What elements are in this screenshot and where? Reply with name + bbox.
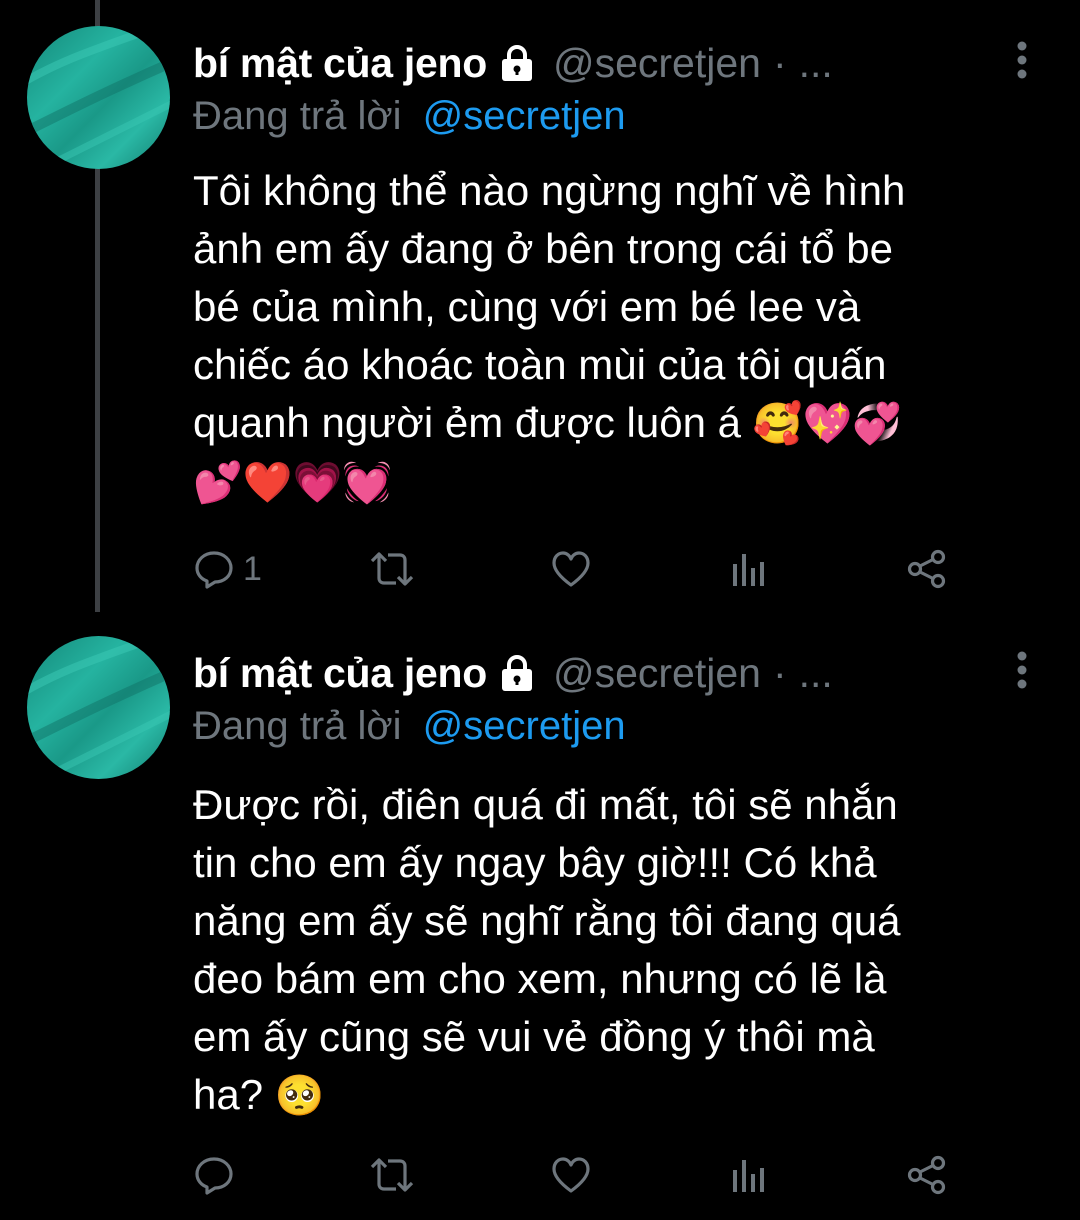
- reply-icon: [195, 551, 233, 589]
- lock-icon: [497, 43, 537, 83]
- share-button[interactable]: [905, 544, 949, 594]
- like-button[interactable]: [550, 1150, 592, 1200]
- share-button[interactable]: [905, 1150, 949, 1200]
- more-vertical-icon[interactable]: [1002, 650, 1042, 690]
- author-handle[interactable]: @secretjen: [553, 650, 761, 697]
- retweet-button[interactable]: [368, 544, 416, 594]
- tweet-header: bí mật của jeno @secretjen · ...: [193, 38, 833, 88]
- replying-to-mention[interactable]: @secretjen: [423, 704, 626, 748]
- retweet-button[interactable]: [368, 1150, 416, 1200]
- timestamp[interactable]: ...: [799, 650, 833, 697]
- avatar[interactable]: [27, 636, 170, 779]
- author-handle[interactable]: @secretjen: [553, 40, 761, 87]
- separator-dot: ·: [772, 39, 787, 86]
- lock-icon: [497, 653, 537, 693]
- analytics-icon: [733, 554, 764, 586]
- like-button[interactable]: [550, 544, 592, 594]
- replying-to: Đang trả lời @secretjen: [193, 94, 626, 139]
- retweet-icon: [370, 552, 414, 586]
- author-name[interactable]: bí mật của jeno: [193, 40, 487, 87]
- share-icon: [907, 549, 946, 589]
- tweet[interactable]: bí mật của jeno @secretjen · ... Đang tr…: [0, 610, 1080, 1220]
- timestamp[interactable]: ...: [799, 40, 833, 87]
- share-icon: [907, 1155, 946, 1195]
- analytics-icon: [733, 1160, 764, 1192]
- heart-icon: [552, 1157, 590, 1193]
- avatar[interactable]: [27, 26, 170, 169]
- tweet-header: bí mật của jeno @secretjen · ...: [193, 648, 833, 698]
- author-name[interactable]: bí mật của jeno: [193, 650, 487, 697]
- replying-to-prefix: Đang trả lời: [193, 704, 402, 748]
- replying-to: Đang trả lời @secretjen: [193, 704, 626, 749]
- more-vertical-icon[interactable]: [1002, 40, 1042, 80]
- tweet-actions: [193, 1150, 963, 1200]
- reply-button[interactable]: 1: [193, 544, 262, 594]
- tweet-text-content: Được rồi, điên quá đi mất, tôi sẽ nhắn t…: [193, 781, 901, 1118]
- replying-to-mention[interactable]: @secretjen: [423, 94, 626, 138]
- analytics-button[interactable]: [729, 1150, 769, 1200]
- tweet-actions: 1: [193, 544, 963, 594]
- tweet-text: Tôi không thể nào ngừng nghĩ về hình ảnh…: [193, 162, 1013, 512]
- heart-icon: [552, 551, 590, 587]
- reply-icon: [195, 1157, 233, 1195]
- replying-to-prefix: Đang trả lời: [193, 94, 402, 138]
- analytics-button[interactable]: [729, 544, 769, 594]
- tweet-emojis: 🥺: [274, 1073, 325, 1119]
- tweet-text: Được rồi, điên quá đi mất, tôi sẽ nhắn t…: [193, 776, 1013, 1125]
- tweet[interactable]: bí mật của jeno @secretjen · ... Đang tr…: [0, 0, 1080, 612]
- reply-count: 1: [243, 549, 262, 588]
- separator-dot: ·: [772, 649, 787, 696]
- reply-button[interactable]: [193, 1150, 243, 1200]
- retweet-icon: [370, 1158, 414, 1192]
